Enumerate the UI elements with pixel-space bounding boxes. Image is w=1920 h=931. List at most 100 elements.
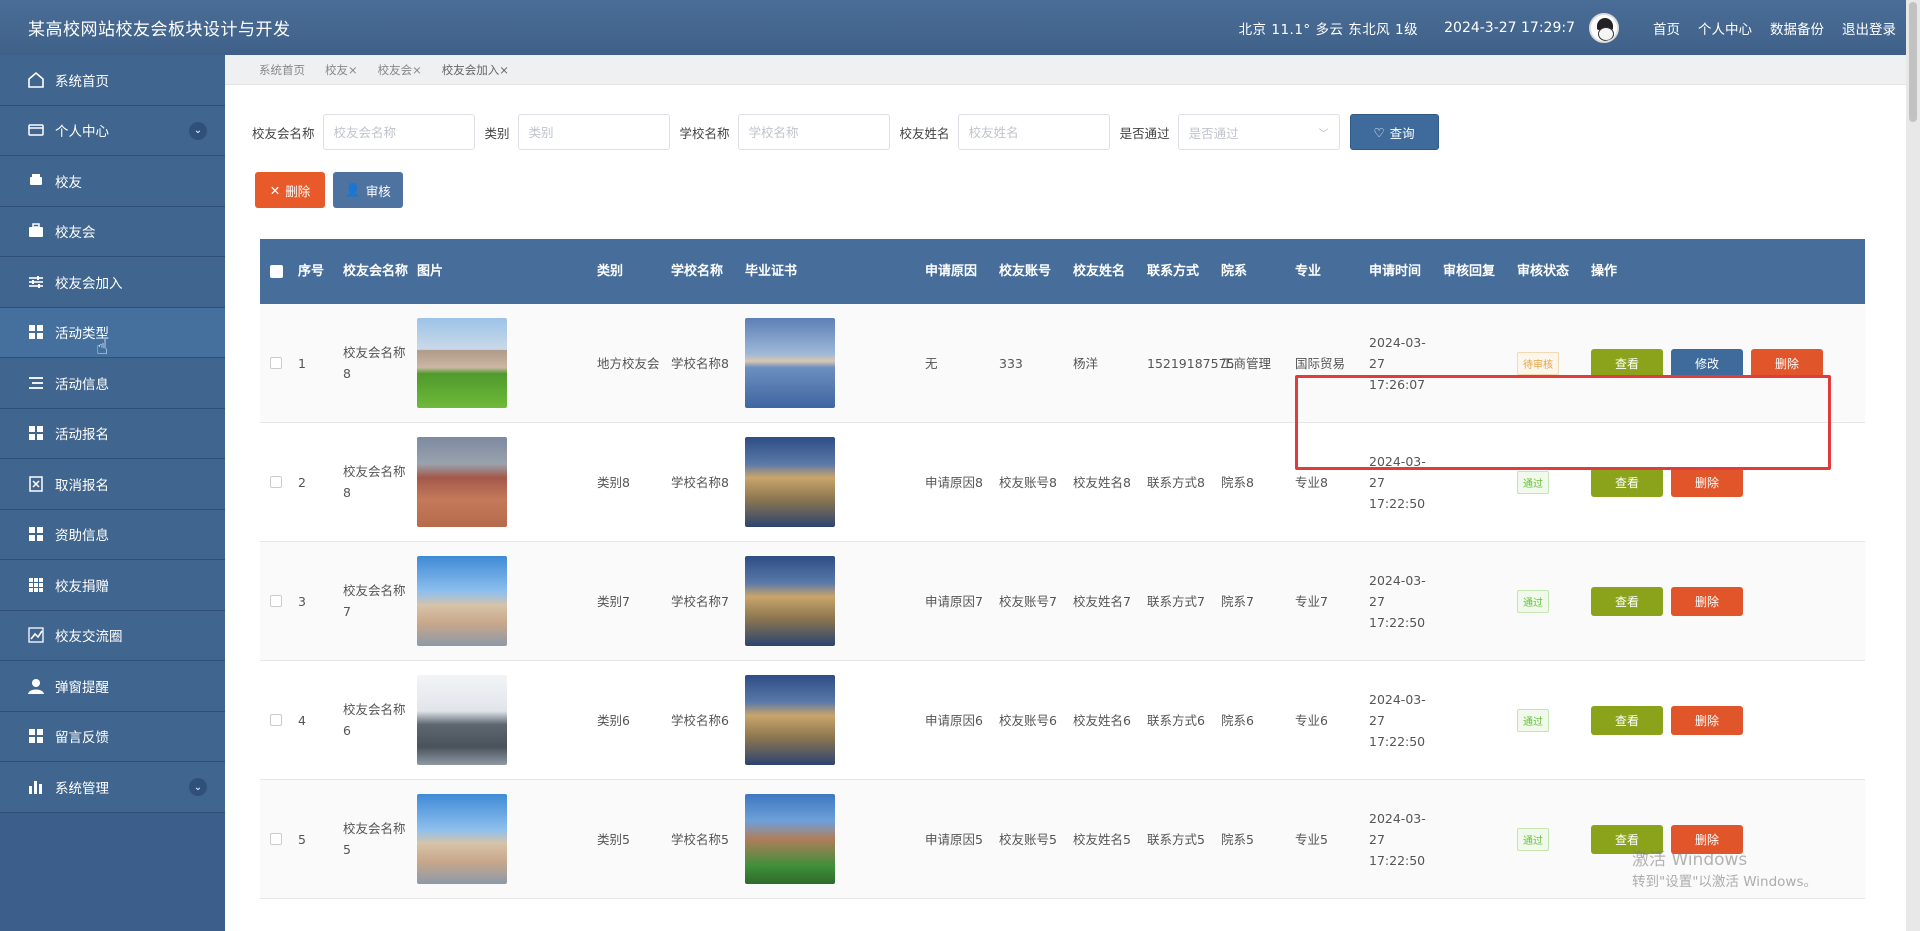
major: 专业8 [1295, 474, 1328, 490]
row-index: 3 [298, 593, 306, 609]
header-right: 北京 11.1° 多云 东北风 1级 2024-3-27 17:29:7 首页 … [1239, 12, 1896, 43]
sidebar-item-9[interactable]: 资助信息 [0, 509, 225, 560]
delete-button[interactable]: 删除 [1671, 586, 1743, 616]
briefcase-icon [26, 221, 46, 241]
sidebar-item-6[interactable]: 活动信息 [0, 358, 225, 409]
row-checkbox[interactable] [270, 476, 282, 488]
row-checkbox[interactable] [270, 357, 282, 369]
row-index: 2 [298, 474, 306, 490]
sidebar-item-5[interactable]: 活动类型 [0, 307, 225, 358]
home-link[interactable]: 首页 [1653, 18, 1680, 38]
sidebar-item-1[interactable]: 个人中心 ⌄ [0, 105, 225, 156]
row-checkbox[interactable] [270, 595, 282, 607]
certificate-cell [745, 675, 925, 765]
category-input[interactable] [517, 114, 670, 150]
sidebar-item-8[interactable]: 取消报名 [0, 459, 225, 510]
sidebar-item-14[interactable]: 系统管理 ⌄ [0, 762, 225, 813]
certificate-image[interactable] [745, 318, 835, 408]
column-header: 图片 [417, 263, 444, 279]
batch-delete-button[interactable]: ✕ 删除 [255, 172, 325, 208]
assoc-name-input[interactable] [322, 114, 475, 150]
avatar[interactable] [1589, 12, 1619, 43]
row-select-cell [260, 714, 298, 726]
category: 类别6 [597, 712, 630, 728]
photo-image[interactable] [417, 437, 507, 527]
sidebar-item-label: 校友会加入 [55, 275, 123, 292]
tab-home[interactable]: 系统首页 [259, 62, 305, 78]
category: 类别5 [597, 831, 630, 847]
photo-image[interactable] [417, 318, 507, 408]
page-scrollbar[interactable] [1906, 0, 1920, 931]
certificate-image[interactable] [745, 437, 835, 527]
delete-button[interactable]: 删除 [1751, 348, 1823, 378]
sidebar-item-4[interactable]: 校友会加入 [0, 257, 225, 308]
status-badge: 通过 [1517, 708, 1549, 732]
chevron-down-icon[interactable]: ⌄ [189, 121, 207, 140]
alumni-name: 校友姓名6 [1073, 712, 1131, 728]
certificate-image[interactable] [745, 556, 835, 646]
alumni-name-input[interactable] [957, 114, 1110, 150]
tab-alumni[interactable]: 校友× [325, 62, 358, 78]
chart-line-icon [26, 625, 46, 645]
delete-button[interactable]: 删除 [1671, 705, 1743, 735]
tab-association-join[interactable]: 校友会加入× [442, 62, 509, 78]
view-button[interactable]: 查看 [1591, 467, 1663, 497]
actions-cell: 查看 删除 [1591, 467, 1811, 497]
sidebar-item-11[interactable]: 校友交流圈 [0, 610, 225, 661]
delete-button[interactable]: 删除 [1671, 467, 1743, 497]
alumni-account: 校友账号8 [999, 474, 1057, 490]
passed-select[interactable]: 是否通过 ﹀ [1177, 114, 1340, 150]
certificate-cell [745, 556, 925, 646]
photo-image[interactable] [417, 794, 507, 884]
sidebar-item-label: 活动报名 [55, 427, 109, 444]
alumni-name: 校友姓名5 [1073, 831, 1131, 847]
view-button[interactable]: 查看 [1591, 586, 1663, 616]
sidebar-item-label: 系统首页 [55, 73, 109, 90]
row-checkbox[interactable] [270, 833, 282, 845]
user-icon: 👤 [345, 182, 361, 197]
sidebar-item-10[interactable]: 校友捐赠 [0, 560, 225, 611]
tab-association[interactable]: 校友会× [378, 62, 422, 78]
app-title: 某高校网站校友会板块设计与开发 [28, 20, 291, 40]
view-button[interactable]: 查看 [1591, 705, 1663, 735]
edit-button[interactable]: 修改 [1671, 348, 1743, 378]
sidebar-item-3[interactable]: 校友会 [0, 206, 225, 257]
query-button[interactable]: ♡ 查询 [1349, 114, 1439, 150]
batch-delete-label: 删除 [285, 183, 311, 199]
sidebar-item-0[interactable]: 系统首页 [0, 55, 225, 106]
apply-time: 2024-03-27 17:26:07 [1369, 334, 1426, 392]
school-input[interactable] [737, 114, 890, 150]
row-checkbox[interactable] [270, 714, 282, 726]
major: 专业5 [1295, 831, 1328, 847]
school-name: 学校名称6 [671, 712, 729, 728]
certificate-image[interactable] [745, 675, 835, 765]
category-label: 类别 [484, 125, 510, 141]
alumni-name: 杨洋 [1073, 355, 1099, 371]
chevron-down-icon[interactable]: ⌄ [189, 778, 207, 796]
view-button[interactable]: 查看 [1591, 348, 1663, 378]
contact: 联系方式7 [1147, 593, 1205, 609]
select-all-checkbox[interactable] [270, 265, 283, 278]
sidebar-item-13[interactable]: 留言反馈 [0, 711, 225, 762]
sidebar-item-label: 个人中心 [55, 124, 109, 141]
certificate-image[interactable] [745, 794, 835, 884]
scrollbar-thumb[interactable] [1909, 2, 1917, 122]
alumni-account: 校友账号5 [999, 831, 1057, 847]
column-header: 校友会名称 [343, 263, 409, 279]
status-badge: 通过 [1517, 589, 1549, 613]
photo-image[interactable] [417, 556, 507, 646]
sidebar-item-7[interactable]: 活动报名 [0, 408, 225, 459]
backup-link[interactable]: 数据备份 [1770, 18, 1824, 38]
apply-time: 2024-03-27 17:22:50 [1369, 691, 1426, 749]
audit-button[interactable]: 👤 审核 [333, 172, 403, 208]
logout-link[interactable]: 退出登录 [1842, 18, 1896, 38]
profile-link[interactable]: 个人中心 [1698, 18, 1752, 38]
apply-reason: 申请原因5 [925, 831, 983, 847]
sidebar-item-2[interactable]: 校友 [0, 156, 225, 207]
sidebar-item-12[interactable]: 弹窗提醒 [0, 661, 225, 712]
certificate-cell [745, 794, 925, 884]
column-header: 审核状态 [1517, 263, 1570, 279]
photo-image[interactable] [417, 675, 507, 765]
column-header: 专业 [1295, 263, 1322, 279]
status-cell: 待审核 [1517, 351, 1591, 375]
